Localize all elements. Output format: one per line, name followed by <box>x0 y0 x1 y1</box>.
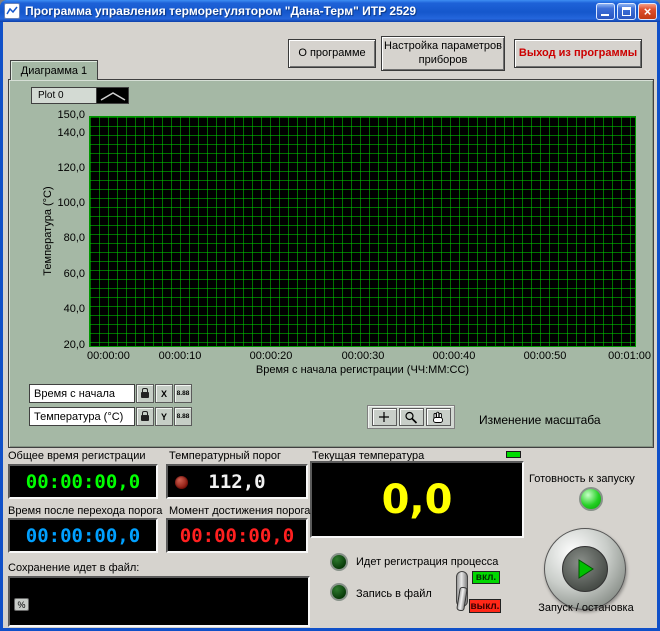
pan-tool-button[interactable] <box>426 408 451 426</box>
plot-legend-label: Plot 0 <box>31 87 97 104</box>
switch-off-badge: выкл. <box>469 599 501 613</box>
x-format-button[interactable]: 8.88 <box>174 384 192 403</box>
threshold-moment-display: 00:00:00,0 <box>166 518 308 553</box>
x-tick: 00:00:50 <box>509 350 581 362</box>
x-scale-legend: Время с начала X 8.88 <box>29 384 192 403</box>
total-time-label: Общее время регистрации <box>8 450 145 462</box>
y-axis-title: Температура (°C) <box>42 161 56 301</box>
write-file-led <box>330 583 348 601</box>
lock-icon <box>141 392 149 398</box>
path-type-icon[interactable]: % <box>14 598 29 611</box>
write-file-label: Запись в файл <box>356 588 432 600</box>
y-format-button[interactable]: 8.88 <box>174 407 192 426</box>
current-temp-display: 0,0 <box>310 461 524 538</box>
comm-indicator <box>506 451 521 458</box>
magnifier-icon <box>403 411 419 424</box>
y-tick: 150,0 <box>31 109 85 121</box>
switch-on-badge: вкл. <box>472 571 500 584</box>
tab-diagram-1[interactable]: Диаграмма 1 <box>10 60 98 80</box>
y-tick: 20,0 <box>31 339 85 351</box>
start-stop-label: Запуск / остановка <box>525 602 647 614</box>
y-tick: 80,0 <box>31 232 85 244</box>
crosshair-icon <box>376 411 392 423</box>
title-bar[interactable]: Программа управления терморегулятором "Д… <box>0 0 660 22</box>
plot-line-icon <box>99 90 127 102</box>
exit-button[interactable]: Выход из программы <box>514 39 642 68</box>
x-axis-title: Время с начала регистрации (ЧЧ:ММ:СС) <box>89 364 636 376</box>
maximize-button[interactable] <box>617 3 636 20</box>
ready-led <box>579 487 603 511</box>
client-area: О программе Настройка параметров приборо… <box>3 22 657 628</box>
threshold-label: Температурный порог <box>169 450 281 462</box>
about-button[interactable]: О программе <box>288 39 376 68</box>
x-tick: 00:00:00 <box>87 350 147 362</box>
close-icon: × <box>644 4 652 19</box>
plot-legend-sample[interactable] <box>97 87 129 104</box>
x-tick: 00:00:10 <box>144 350 216 362</box>
minimize-icon <box>601 14 609 16</box>
save-file-label: Сохранение идет в файл: <box>8 562 139 574</box>
x-scale-name-input[interactable]: Время с начала <box>29 384 135 403</box>
save-file-path-display[interactable]: % <box>8 576 310 627</box>
lock-icon <box>141 415 149 421</box>
time-after-label: Время после перехода порога <box>8 505 162 517</box>
y-autoscale-button[interactable]: Y <box>155 407 173 426</box>
x-tick: 00:00:40 <box>418 350 490 362</box>
x-autoscale-button[interactable]: X <box>155 384 173 403</box>
hand-icon <box>430 411 446 424</box>
x-tick: 00:01:00 <box>601 350 651 362</box>
y-scale-name-input[interactable]: Температура (°C) <box>29 407 135 426</box>
time-after-display: 00:00:00,0 <box>8 518 158 553</box>
number-format-icon: 8.88 <box>177 413 190 420</box>
y-tick: 60,0 <box>31 268 85 280</box>
play-icon <box>575 557 595 581</box>
threshold-value: 112,0 <box>208 471 265 493</box>
plot-legend: Plot 0 <box>31 87 129 104</box>
registration-label: Идет регистрация процесса <box>356 556 498 568</box>
y-tick: 100,0 <box>31 197 85 209</box>
y-scale-lock-button[interactable] <box>136 407 154 426</box>
diagram-page: Plot 0 150,0 140,0 120,0 100,0 80,0 60,0… <box>8 79 654 448</box>
graph-palette <box>367 405 455 429</box>
window-title: Программа управления терморегулятором "Д… <box>25 4 594 18</box>
start-stop-button-face <box>562 546 608 592</box>
cursor-tool-button[interactable] <box>372 408 397 426</box>
x-scale-lock-button[interactable] <box>136 384 154 403</box>
y-tick: 120,0 <box>31 162 85 174</box>
ready-label: Готовность к запуску <box>529 473 635 485</box>
zoom-tool-button[interactable] <box>399 408 424 426</box>
registration-led <box>330 553 348 571</box>
threshold-led-icon <box>175 476 188 489</box>
app-window: Программа управления терморегулятором "Д… <box>0 0 660 631</box>
total-time-display: 00:00:00,0 <box>8 464 158 499</box>
x-tick: 00:00:30 <box>327 350 399 362</box>
threshold-moment-label: Момент достижения порога <box>169 505 310 517</box>
start-stop-button[interactable] <box>544 528 626 610</box>
close-button[interactable]: × <box>638 3 657 20</box>
y-tick: 140,0 <box>31 127 85 139</box>
app-icon <box>4 3 20 19</box>
x-tick: 00:00:20 <box>235 350 307 362</box>
zoom-caption: Изменение масштаба <box>479 413 601 427</box>
y-tick: 40,0 <box>31 303 85 315</box>
chart-plot-area[interactable] <box>89 116 636 347</box>
y-scale-legend: Температура (°C) Y 8.88 <box>29 407 192 426</box>
minimize-button[interactable] <box>596 3 615 20</box>
device-settings-button[interactable]: Настройка параметров приборов <box>381 36 505 71</box>
threshold-display[interactable]: 112,0 <box>166 464 308 499</box>
number-format-icon: 8.88 <box>177 390 190 397</box>
maximize-icon <box>622 7 631 16</box>
